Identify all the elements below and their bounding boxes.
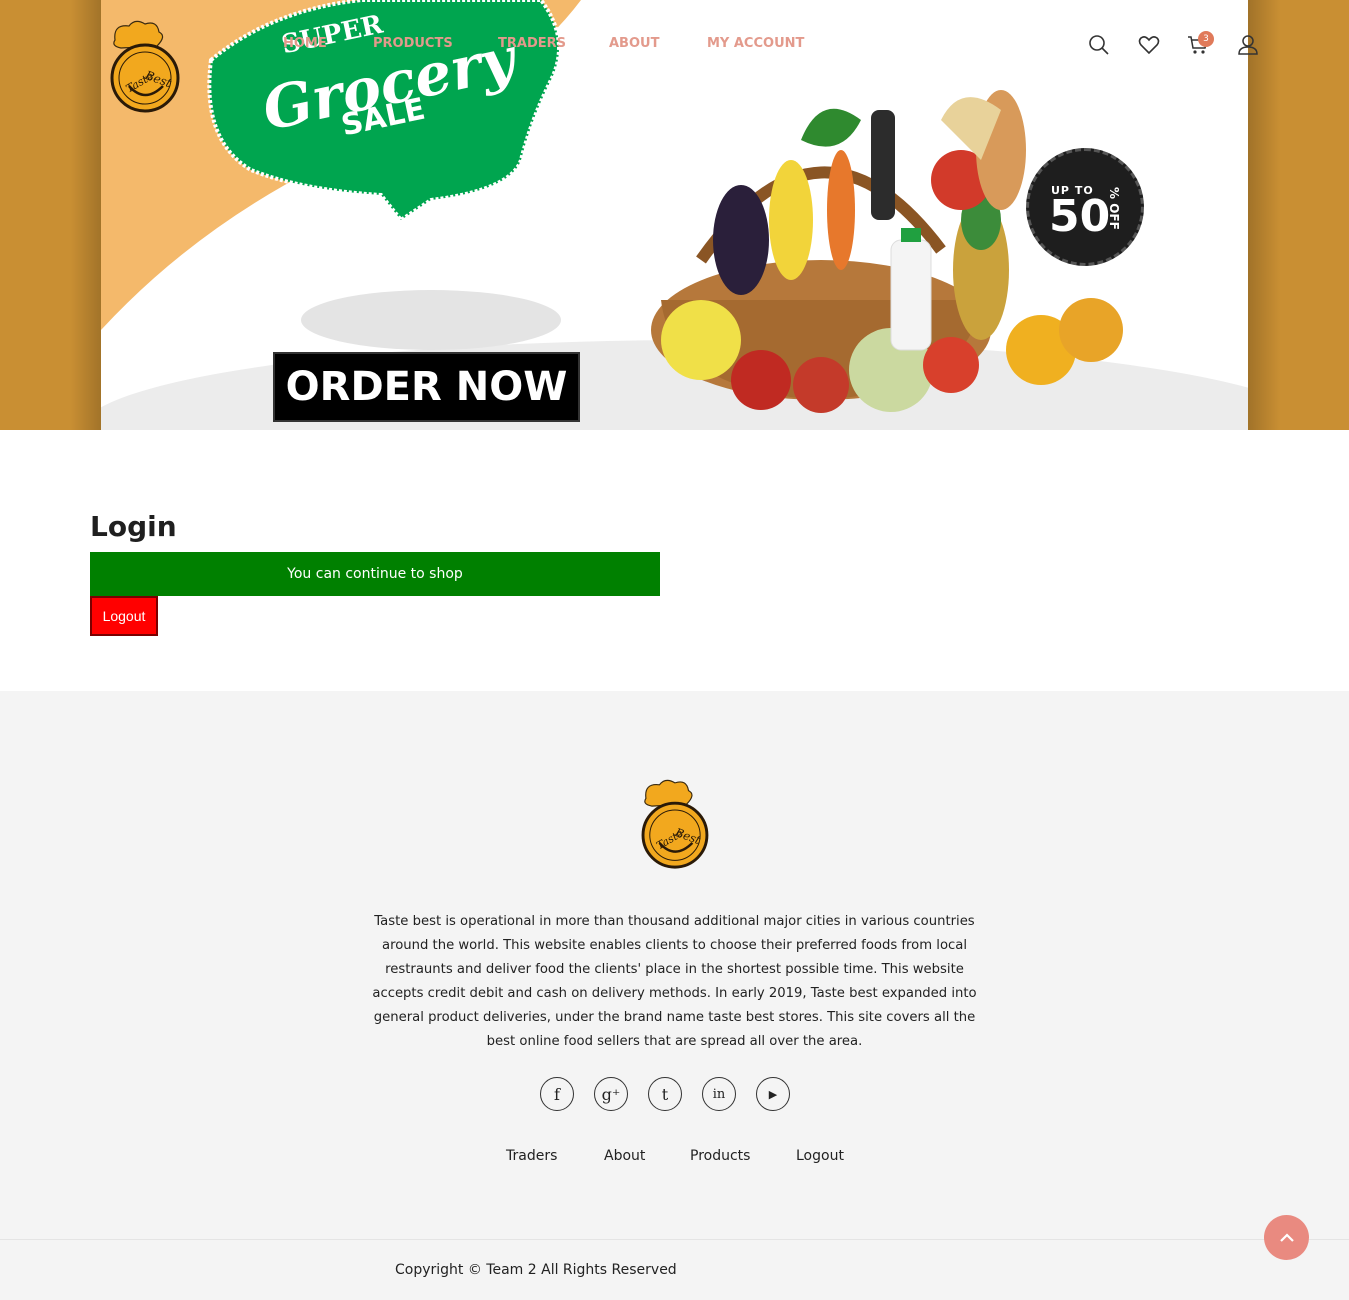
hero-image: SUPER Grocery SALE ORDER NOW UP TO 50 % … — [101, 0, 1248, 430]
cart-count-badge: 3 — [1198, 31, 1214, 47]
nav-products[interactable]: PRODUCTS — [373, 36, 453, 51]
nav-about[interactable]: ABOUT — [609, 36, 659, 51]
facebook-icon[interactable]: f — [540, 1077, 574, 1111]
taste-best-logo-icon: Taste Best — [641, 779, 709, 869]
footer-link-logout[interactable]: Logout — [796, 1148, 844, 1164]
discount-badge: UP TO 50 % OFF — [1026, 148, 1144, 266]
footer-nav: Traders About Products Logout — [0, 1148, 1349, 1168]
copyright-text: Copyright © Team 2 All Rights Reserved — [395, 1262, 677, 1278]
site-logo[interactable]: Taste Best — [105, 20, 183, 115]
hero-banner: SUPER Grocery SALE ORDER NOW UP TO 50 % … — [0, 0, 1349, 430]
order-now-banner-button[interactable]: ORDER NOW — [273, 352, 580, 422]
nav-traders[interactable]: TRADERS — [498, 36, 566, 51]
heart-icon[interactable] — [1138, 34, 1160, 56]
footer-about-text: Taste best is operational in more than t… — [372, 914, 977, 1049]
badge-value: 50 — [1049, 191, 1111, 242]
youtube-icon[interactable]: ▶ — [756, 1077, 790, 1111]
site-footer: Taste Best Taste best is operational in … — [0, 691, 1349, 1239]
footer-link-traders[interactable]: Traders — [506, 1148, 557, 1164]
page-title: Login — [90, 510, 177, 543]
linkedin-icon[interactable]: in — [702, 1077, 736, 1111]
tumblr-icon[interactable]: t — [648, 1077, 682, 1111]
logout-button[interactable]: Logout — [90, 596, 158, 636]
footer-link-about[interactable]: About — [604, 1148, 645, 1164]
google-plus-icon[interactable]: g⁺ — [594, 1077, 628, 1111]
search-icon[interactable] — [1088, 34, 1110, 56]
taste-best-logo-icon: Taste Best — [110, 20, 180, 113]
login-success-message: You can continue to shop — [90, 552, 660, 596]
nav-my-account[interactable]: MY ACCOUNT — [707, 36, 804, 51]
footer-link-products[interactable]: Products — [690, 1148, 750, 1164]
badge-unit: % OFF — [1107, 187, 1121, 230]
chevron-up-icon — [1279, 1232, 1294, 1242]
user-icon[interactable] — [1237, 34, 1259, 56]
footer-logo[interactable]: Taste Best — [636, 779, 712, 871]
copyright-bar: Copyright © Team 2 All Rights Reserved — [0, 1239, 1349, 1300]
scroll-to-top-button[interactable] — [1264, 1215, 1309, 1260]
nav-home[interactable]: HOME — [283, 36, 327, 51]
